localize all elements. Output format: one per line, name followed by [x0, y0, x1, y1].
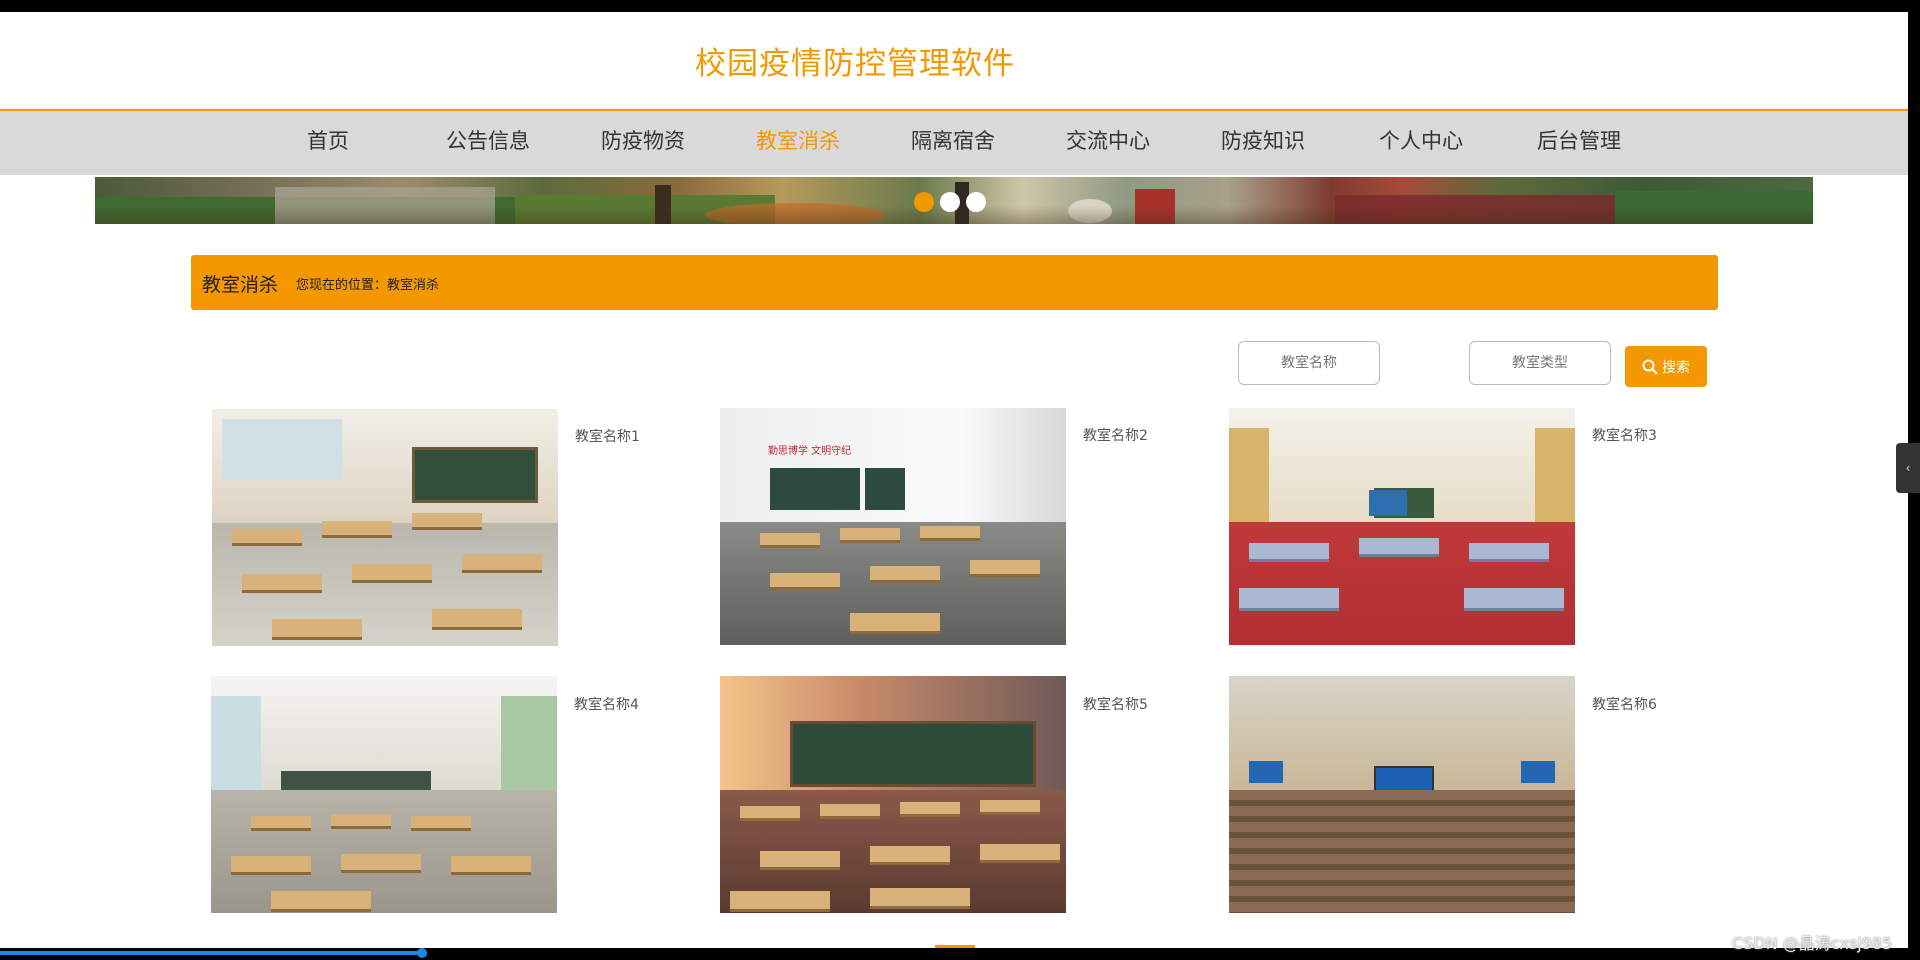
main-nav: 首页 公告信息 防疫物资 教室消杀 隔离宿舍 交流中心 防疫知识 个人中心 后台… — [0, 111, 1908, 175]
watermark: CSDN @晶涛cxsj985 — [1732, 934, 1893, 953]
nav-item-announcements[interactable]: 公告信息 — [446, 125, 530, 155]
classroom-image-2[interactable]: 勤思博学 文明守纪 — [720, 408, 1066, 645]
classroom-photo — [720, 676, 1066, 913]
classroom-name-5[interactable]: 教室名称5 — [1083, 694, 1148, 714]
nav-item-knowledge[interactable]: 防疫知识 — [1221, 125, 1305, 155]
nav-item-supplies[interactable]: 防疫物资 — [601, 125, 685, 155]
site-header: 校园疫情防控管理软件 — [0, 12, 1908, 111]
nav-item-admin[interactable]: 后台管理 — [1537, 125, 1621, 155]
classroom-image-1[interactable] — [212, 409, 558, 646]
classroom-image-4[interactable] — [211, 676, 557, 913]
classroom-image-6[interactable] — [1229, 676, 1575, 913]
classroom-name-2[interactable]: 教室名称2 — [1083, 425, 1148, 445]
breadcrumb: 您现在的位置：教室消杀 — [296, 278, 440, 293]
search-button-label: 搜索 — [1662, 359, 1690, 376]
sidebar-toggle[interactable]: ‹ — [1896, 443, 1920, 493]
breadcrumb-bar: 教室消杀 您现在的位置：教室消杀 — [191, 255, 1718, 310]
classroom-image-3[interactable] — [1229, 408, 1575, 645]
classroom-type-input[interactable] — [1469, 341, 1611, 385]
search-button[interactable]: 搜索 — [1625, 346, 1707, 387]
video-progress-bar[interactable] — [0, 948, 1920, 960]
classroom-photo — [212, 409, 558, 646]
classroom-image-5[interactable] — [720, 676, 1066, 913]
classroom-photo — [1229, 676, 1575, 913]
classroom-name-3[interactable]: 教室名称3 — [1592, 425, 1657, 445]
nav-item-classroom-disinfection[interactable]: 教室消杀 — [756, 125, 840, 155]
search-icon — [1642, 359, 1658, 375]
site-title: 校园疫情防控管理软件 — [695, 46, 1015, 82]
classroom-photo: 勤思博学 文明守纪 — [720, 408, 1066, 645]
nav-item-profile[interactable]: 个人中心 — [1379, 125, 1463, 155]
classroom-photo — [211, 676, 557, 913]
section-title: 教室消杀 — [202, 274, 279, 296]
nav-item-home[interactable]: 首页 — [307, 125, 349, 155]
page: 校园疫情防控管理软件 首页 公告信息 防疫物资 教室消杀 隔离宿舍 交流中心 防… — [0, 12, 1908, 948]
carousel-dot-3[interactable] — [966, 192, 986, 212]
classroom-name-6[interactable]: 教室名称6 — [1592, 694, 1657, 714]
classroom-photo — [1229, 408, 1575, 645]
carousel-dot-1[interactable] — [914, 192, 934, 212]
video-progress-fill — [0, 951, 423, 955]
classroom-name-1[interactable]: 教室名称1 — [575, 426, 640, 446]
nav-item-quarantine-dorm[interactable]: 隔离宿舍 — [911, 125, 995, 155]
carousel-dot-2[interactable] — [940, 192, 960, 212]
video-progress-knob[interactable] — [417, 948, 428, 958]
classroom-name-4[interactable]: 教室名称4 — [574, 694, 639, 714]
nav-item-forum[interactable]: 交流中心 — [1066, 125, 1150, 155]
classroom-banner-text: 勤思博学 文明守纪 — [768, 446, 852, 457]
classroom-name-input[interactable] — [1238, 341, 1380, 385]
chevron-left-icon: ‹ — [1905, 461, 1911, 475]
